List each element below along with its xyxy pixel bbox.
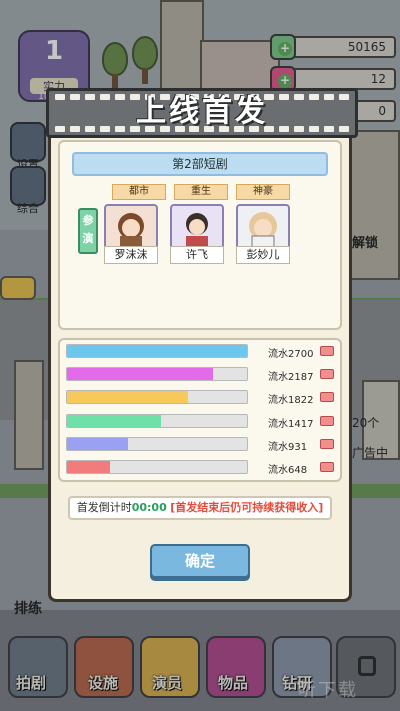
- actor-portrait-icon: [186, 213, 208, 248]
- income-bar-fill: [67, 461, 111, 473]
- actor-name: 罗沫沫: [104, 246, 158, 264]
- income-bar-track: [66, 367, 248, 381]
- income-bar-fill: [67, 368, 213, 380]
- income-bar-fill: [67, 391, 188, 403]
- actor-name: 彭妙儿: [236, 246, 290, 264]
- countdown-note: [首发结束后仍可持续获得收入]: [170, 501, 324, 514]
- countdown-time: 00:00: [131, 501, 167, 514]
- income-bar-label: 流水2700: [268, 349, 314, 360]
- income-bar-fill: [67, 438, 129, 450]
- cash-icon: [320, 392, 334, 402]
- cash-icon: [320, 416, 334, 426]
- actor-portrait-icon: [118, 213, 144, 248]
- income-bar-track: [66, 460, 248, 474]
- release-countdown: 首发倒计时00:00 [首发结束后仍可持续获得收入]: [68, 496, 332, 520]
- income-bar-track: [66, 344, 248, 358]
- actor-portrait-icon: [249, 212, 277, 248]
- cash-icon: [320, 369, 334, 379]
- cash-icon: [320, 346, 334, 356]
- income-bar-label: 流水931: [268, 442, 308, 453]
- income-bar-fill: [67, 415, 161, 427]
- cash-icon: [320, 462, 334, 472]
- income-bar-track: [66, 414, 248, 428]
- cash-icon: [320, 439, 334, 449]
- income-bar-label: 流水1417: [268, 419, 314, 430]
- genre-tag: 都市: [112, 184, 166, 200]
- countdown-label: 首发倒计时: [76, 501, 132, 514]
- income-bar-label: 流水1822: [268, 395, 314, 406]
- actor-name: 许飞: [170, 246, 224, 264]
- income-bar-fill: [67, 345, 247, 357]
- income-bar-label: 流水648: [268, 465, 308, 476]
- confirm-button[interactable]: 确定: [150, 544, 250, 578]
- modal-title: 上线首发: [136, 94, 268, 129]
- role-tag: 参演: [78, 208, 98, 254]
- role-label: 参演: [82, 214, 94, 245]
- genre-tag: 神豪: [236, 184, 290, 200]
- income-bar-track: [66, 437, 248, 451]
- drama-name-banner: 第2部短剧: [72, 152, 328, 176]
- income-bar-label: 流水2187: [268, 372, 314, 383]
- genre-tag: 重生: [174, 184, 228, 200]
- income-bar-track: [66, 390, 248, 404]
